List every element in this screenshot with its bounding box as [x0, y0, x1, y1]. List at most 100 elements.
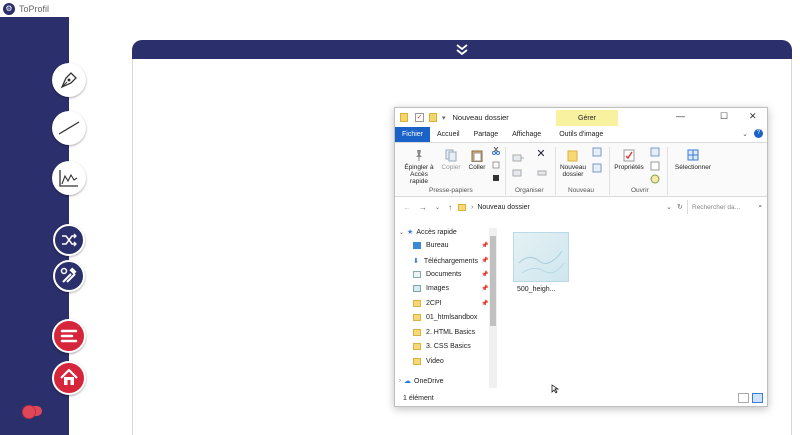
history-icon: [650, 174, 660, 184]
nav-quick-access-label: Accès rapide: [416, 228, 457, 236]
nav-item-folder[interactable]: 2CPI: [413, 300, 442, 307]
history-button[interactable]: [649, 174, 661, 184]
copy-to-button[interactable]: [511, 168, 525, 178]
nav-item-desktop[interactable]: Bureau: [413, 242, 449, 249]
forward-arrow-icon[interactable]: →: [419, 203, 427, 212]
folder-icon: [413, 314, 421, 321]
paste-label: Coller: [468, 164, 486, 171]
nav-item-folder[interactable]: 3. CSS Basics: [413, 343, 471, 350]
menu-lines-icon: [60, 329, 78, 343]
paste-button[interactable]: Coller: [465, 149, 489, 171]
cut-button[interactable]: [491, 147, 501, 155]
home-button[interactable]: [52, 361, 86, 395]
folder-icon: [413, 300, 421, 307]
file-name[interactable]: 500_heigh...: [517, 286, 556, 293]
nav-item-folder-label: 01_htmlsandbox: [426, 314, 478, 321]
star-icon: ★: [407, 229, 414, 236]
ribbon-tabs: Fichier Accueil Partage Affichage Outils…: [395, 127, 767, 142]
nav-item-folder[interactable]: 01_htmlsandbox: [413, 314, 477, 321]
open-button[interactable]: [649, 147, 661, 157]
wrench-hammer-icon: [60, 267, 77, 283]
nav-item-images-label: Images: [426, 285, 449, 292]
easy-access-button[interactable]: [591, 163, 603, 173]
properties-button[interactable]: Propriétés: [612, 149, 646, 171]
nav-item-images[interactable]: Images: [413, 285, 449, 292]
new-item-button[interactable]: [591, 147, 603, 157]
new-folder-label: Nouveau dossier: [559, 164, 587, 178]
paste-shortcut-button[interactable]: [491, 174, 501, 182]
pinned-icon: 📌: [481, 286, 489, 292]
pen-tool-button[interactable]: [52, 63, 86, 97]
address-bar[interactable]: › Nouveau dossier ⌄: [458, 199, 676, 215]
search-input[interactable]: Rechercher da... ⌕: [687, 200, 765, 214]
line-icon: [58, 121, 80, 135]
explorer-title: Nouveau dossier: [452, 113, 509, 122]
tab-view[interactable]: Affichage: [505, 127, 548, 142]
address-dropdown-icon[interactable]: ⌄: [666, 203, 672, 211]
nav-item-folder[interactable]: 2. HTML Basics: [413, 329, 475, 336]
rename-button[interactable]: [535, 168, 549, 178]
edit-button[interactable]: [649, 161, 661, 171]
up-arrow-icon[interactable]: ↑: [448, 203, 452, 212]
help-icon[interactable]: ?: [754, 129, 763, 138]
move-to-icon: [512, 154, 524, 162]
copy-path-button[interactable]: [491, 161, 501, 169]
menu-button[interactable]: [52, 319, 86, 353]
pinned-icon: 📌: [481, 243, 489, 249]
home-icon: [60, 368, 78, 385]
nav-item-documents[interactable]: Documents: [413, 271, 461, 278]
maximize-icon[interactable]: ☐: [720, 111, 728, 122]
toggle-switch[interactable]: [22, 405, 42, 419]
app-titlebar: ⚙ ToProfil: [0, 0, 800, 17]
item-count: 1 élément: [403, 394, 434, 402]
move-to-button[interactable]: [511, 153, 525, 163]
pin-quick-access-button[interactable]: Épingler à Accès rapide: [401, 149, 437, 185]
nav-onedrive[interactable]: › ☁ OneDrive: [399, 377, 444, 386]
refresh-icon[interactable]: ↻: [677, 203, 683, 211]
delete-button[interactable]: ✕: [533, 149, 549, 160]
copy-button[interactable]: Copier: [439, 149, 463, 171]
tab-file[interactable]: Fichier: [395, 127, 431, 142]
expand-chevron-icon[interactable]: ⌄: [399, 229, 404, 236]
tab-home[interactable]: Accueil: [430, 127, 467, 142]
nav-scroll-thumb[interactable]: [490, 236, 496, 326]
ribbon-collapse-icon[interactable]: ⌄: [742, 130, 748, 138]
tab-manage[interactable]: Gérer: [556, 110, 618, 126]
shuffle-button[interactable]: [53, 224, 85, 256]
tools-button[interactable]: [53, 260, 85, 292]
pin-quick-access-label: Épingler à Accès rapide: [404, 164, 434, 185]
folder-icon: [413, 329, 421, 336]
copy-path-icon: [492, 161, 500, 169]
customize-toolbar-icon[interactable]: ▾: [442, 114, 446, 122]
line-tool-button[interactable]: [52, 111, 86, 145]
large-icons-view-button[interactable]: [752, 393, 763, 403]
pin-icon: [416, 150, 422, 161]
graph-tool-button[interactable]: [52, 161, 86, 195]
select-button[interactable]: Sélectionner: [671, 149, 715, 171]
tab-image-tools[interactable]: Outils d'image: [552, 127, 610, 142]
expand-chevron-icon[interactable]: ›: [399, 378, 401, 384]
folder-icon: [458, 203, 466, 211]
new-folder-button[interactable]: Nouveau dossier: [558, 149, 588, 178]
new-folder-icon[interactable]: [429, 113, 437, 122]
nav-item-downloads[interactable]: ⬇ Téléchargements: [413, 257, 478, 266]
file-thumbnail[interactable]: [513, 232, 569, 282]
explorer-titlebar: ✓ ▾ Nouveau dossier Gérer — ☐ ✕: [395, 108, 767, 127]
collapse-chevron-icon[interactable]: [455, 43, 469, 57]
tab-manage-label: Gérer: [578, 114, 596, 122]
minimize-icon[interactable]: —: [676, 111, 685, 121]
properties-label: Propriétés: [614, 164, 644, 171]
copy-label: Copier: [441, 164, 461, 171]
navigation-pane: ⌄ ★ Accès rapide Bureau 📌 ⬇ Téléchargeme…: [395, 222, 499, 392]
close-icon[interactable]: ✕: [749, 111, 757, 122]
select-grid-icon: [687, 149, 699, 161]
nav-item-folder[interactable]: Video: [413, 358, 444, 365]
group-clipboard-label: Presse-papiers: [429, 187, 473, 194]
back-arrow-icon[interactable]: ←: [403, 203, 411, 212]
details-view-button[interactable]: [738, 393, 749, 403]
recent-chevron-icon[interactable]: ⌄: [435, 204, 440, 211]
nav-item-folder-label: Video: [426, 358, 444, 365]
nav-quick-access[interactable]: ⌄ ★ Accès rapide: [399, 228, 457, 237]
properties-check-icon[interactable]: ✓: [415, 113, 424, 122]
tab-share[interactable]: Partage: [467, 127, 506, 142]
